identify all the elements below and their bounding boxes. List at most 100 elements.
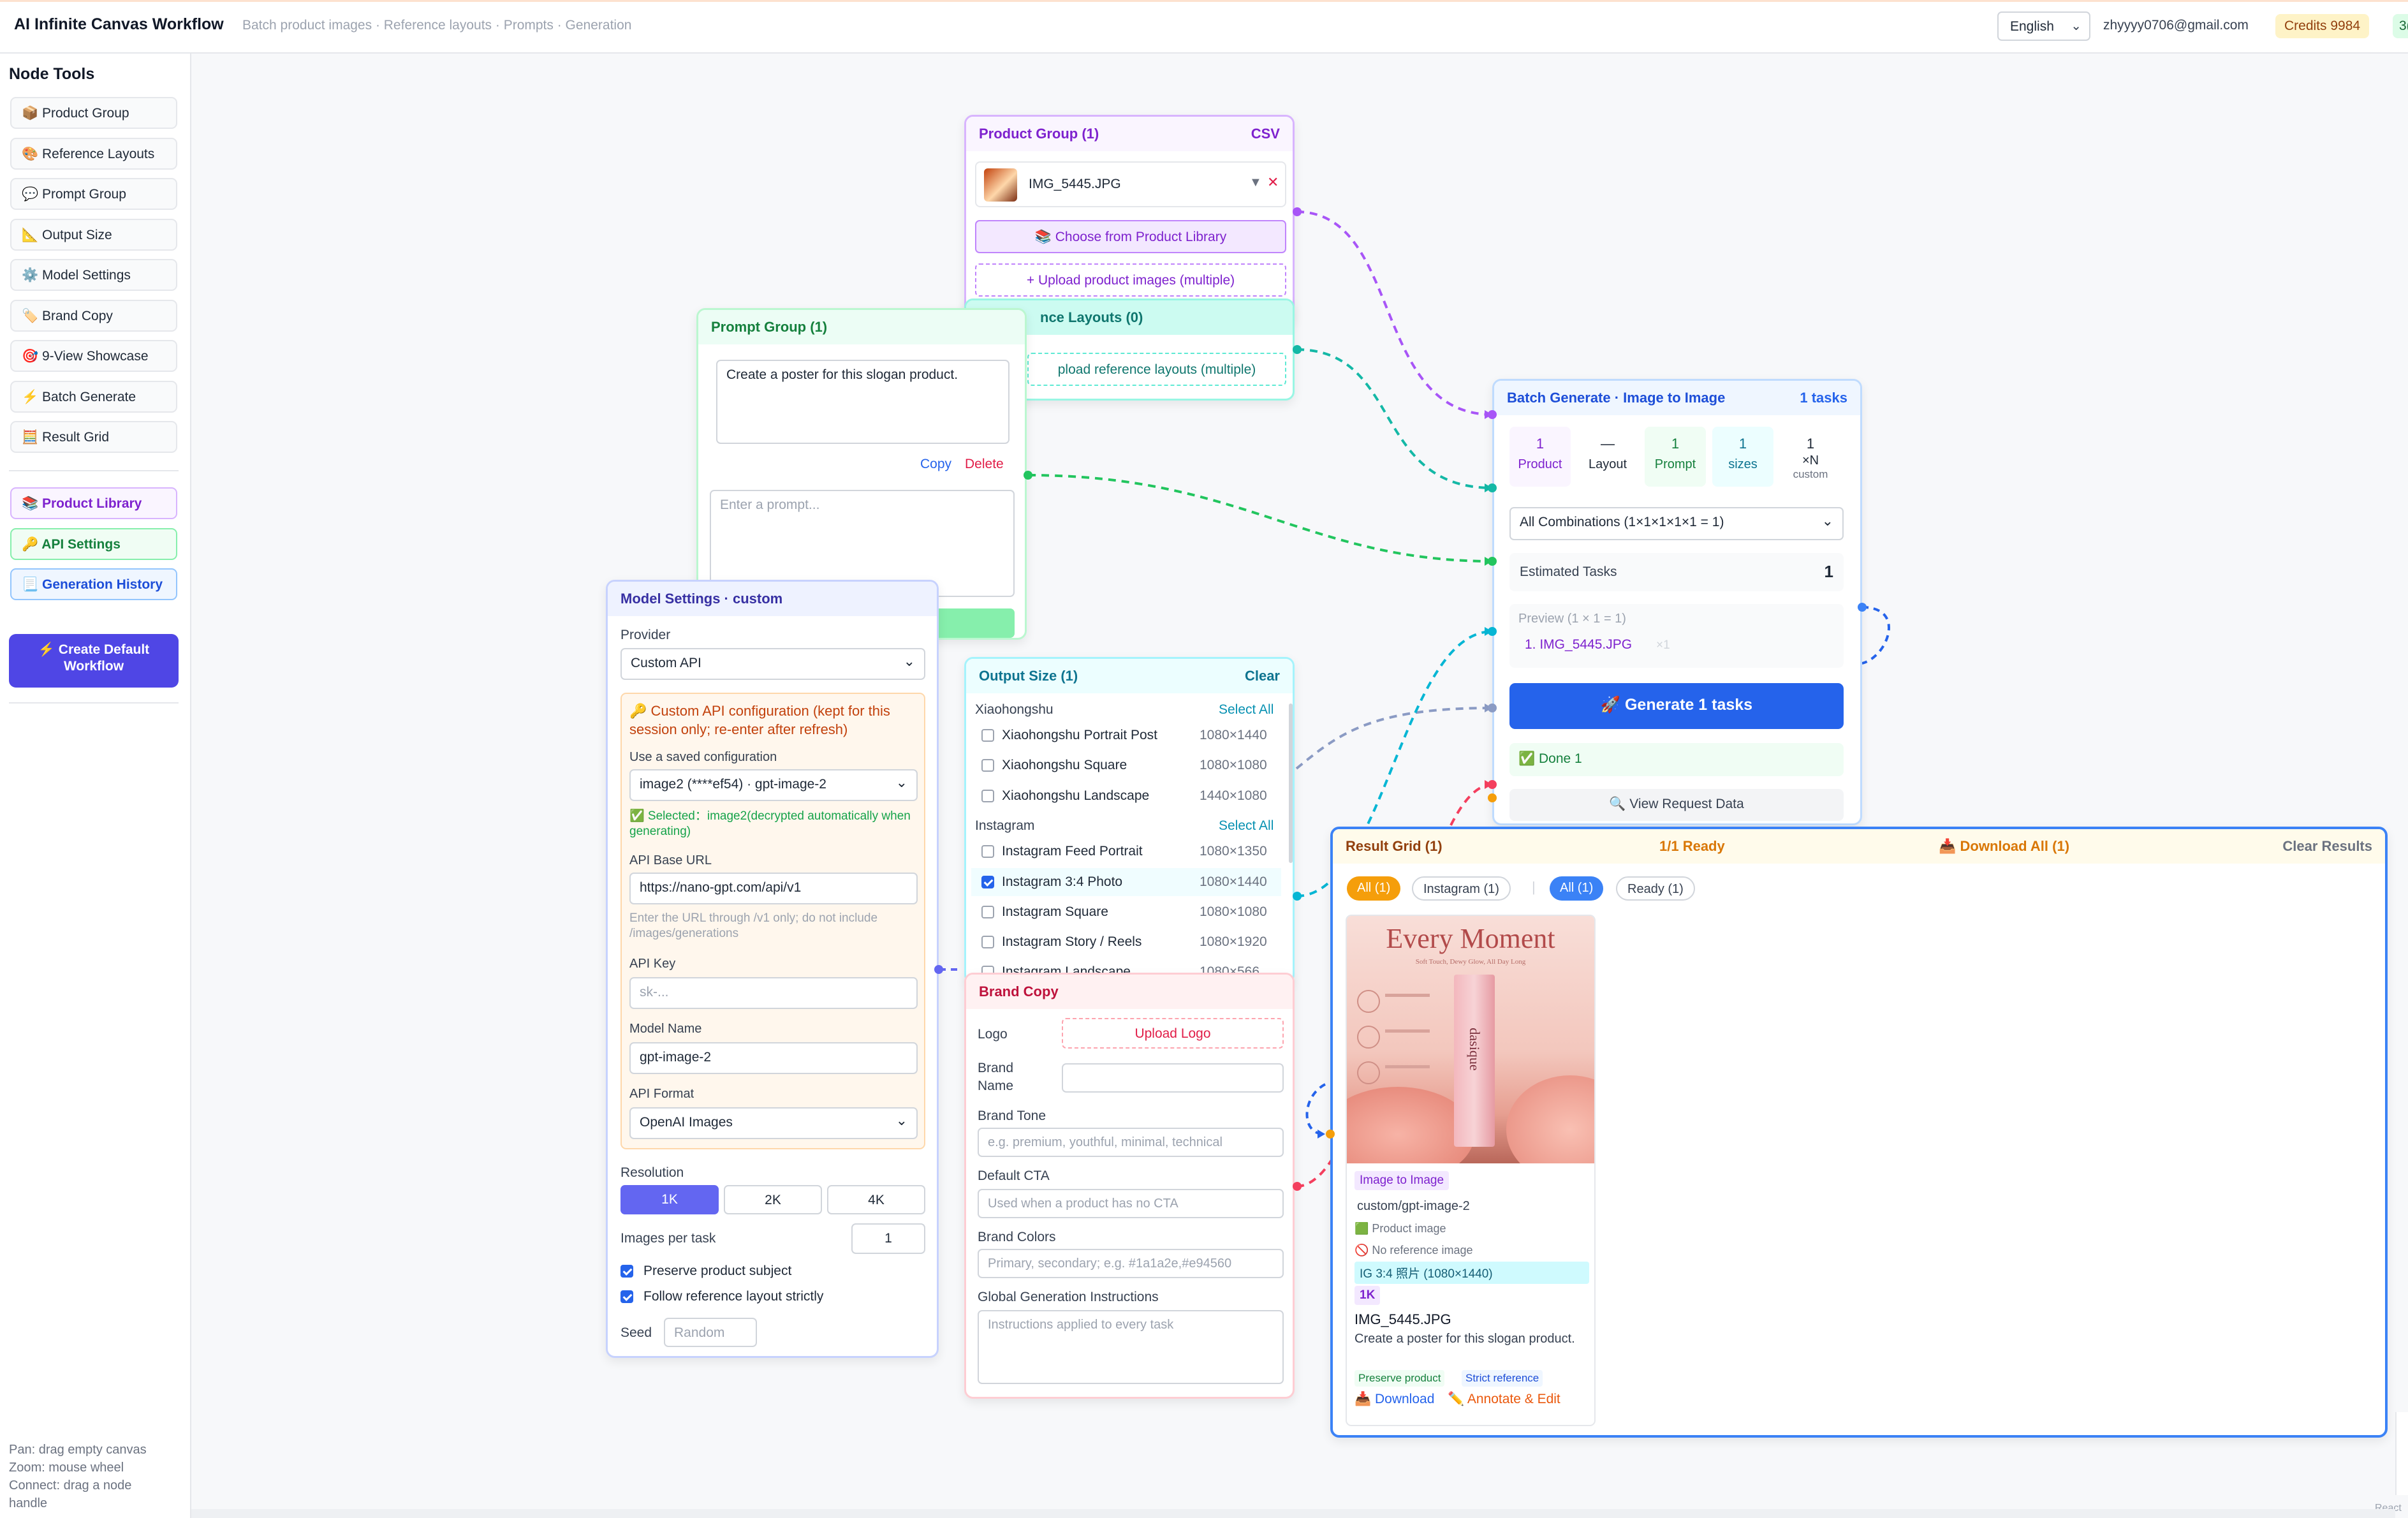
api-format-select[interactable]: OpenAI Images ⌄ xyxy=(629,1107,918,1139)
combination-value: All Combinations (1×1×1×1×1 = 1) xyxy=(1520,515,1724,529)
preserve-subject-label: Preserve product subject xyxy=(643,1264,792,1278)
combination-select[interactable]: All Combinations (1×1×1×1×1 = 1) ⌄ xyxy=(1509,507,1844,540)
copy-prompt-button[interactable]: Copy xyxy=(920,457,951,472)
model-output-handle[interactable] xyxy=(934,965,943,974)
filter-ready[interactable]: Ready (1) xyxy=(1616,876,1695,901)
horizontal-scrollbar[interactable] xyxy=(191,1509,2395,1518)
size-dimension: 1080×1440 xyxy=(1200,728,1267,742)
xhs-select-all-button[interactable]: Select All xyxy=(1219,702,1274,718)
model-name-input[interactable]: gpt-image-2 xyxy=(629,1042,918,1074)
size-output-handle[interactable] xyxy=(1293,892,1302,901)
batch-generate-node[interactable]: Batch Generate · Image to Image 1 tasks … xyxy=(1492,379,1862,825)
layouts-output-handle[interactable] xyxy=(1293,345,1302,354)
clear-results-button[interactable]: Clear Results xyxy=(2282,838,2372,855)
poster-title: Every Moment xyxy=(1386,923,1555,954)
result-image[interactable]: Every Moment Soft Touch, Dewy Glow, All … xyxy=(1347,916,1594,1163)
prompt-textarea-1[interactable]: Create a poster for this slogan product. xyxy=(716,360,1009,444)
generate-button[interactable]: 🚀 Generate 1 tasks xyxy=(1509,683,1844,729)
size-checkbox[interactable] xyxy=(981,729,994,742)
choose-from-library-button[interactable]: 📚 Choose from Product Library xyxy=(975,220,1286,253)
csv-button[interactable]: CSV xyxy=(1251,126,1280,142)
stat-label: Layout xyxy=(1588,457,1627,471)
stat-prompt: 1 Prompt xyxy=(1645,427,1706,487)
connection-results-loop xyxy=(1305,1083,1326,1136)
api-format-label: API Format xyxy=(629,1087,694,1101)
product-group-node[interactable]: Product Group (1) CSV IMG_5445.JPG ▼ ✕ 📚… xyxy=(964,115,1295,325)
size-checkbox[interactable] xyxy=(981,876,994,888)
batch-input-handle[interactable] xyxy=(1488,557,1497,566)
resolution-2k-button[interactable]: 2K xyxy=(724,1185,822,1214)
filter-instagram[interactable]: Instagram (1) xyxy=(1412,876,1511,901)
api-key-input[interactable]: sk-... xyxy=(629,977,918,1009)
chevron-down-icon[interactable]: ▼ xyxy=(1249,175,1262,190)
ig-select-all-button[interactable]: Select All xyxy=(1219,818,1274,834)
size-checkbox[interactable] xyxy=(981,845,994,858)
brand-colors-input[interactable]: Primary, secondary; e.g. #1a1a2e,#e94560 xyxy=(978,1249,1284,1278)
resolution-4k-button[interactable]: 4K xyxy=(827,1185,925,1214)
resolution-1k-button[interactable]: 1K xyxy=(620,1185,719,1214)
custom-api-warning: 🔑 Custom API configuration (kept for thi… xyxy=(629,703,890,737)
saved-config-value: image2 (****ef54) · gpt-image-2 xyxy=(640,777,826,792)
seed-input[interactable]: Random xyxy=(664,1318,757,1347)
output-size-node[interactable]: Output Size (1) Clear Xiaohongshu Select… xyxy=(964,657,1295,984)
size-checkbox[interactable] xyxy=(981,906,994,918)
size-checkbox[interactable] xyxy=(981,759,994,772)
batch-input-handle[interactable] xyxy=(1488,410,1497,419)
saved-config-select[interactable]: image2 (****ef54) · gpt-image-2 ⌄ xyxy=(629,769,918,801)
brand-tone-input[interactable]: e.g. premium, youthful, minimal, technic… xyxy=(978,1128,1284,1157)
logo-label: Logo xyxy=(978,1027,1008,1042)
annotate-edit-button[interactable]: ✏️ Annotate & Edit xyxy=(1448,1392,1560,1407)
batch-input-handle[interactable] xyxy=(1488,483,1497,492)
node-header: Model Settings · custom xyxy=(608,582,937,616)
chevron-down-icon: ⌄ xyxy=(903,653,915,669)
provider-select[interactable]: Custom API ⌄ xyxy=(620,648,925,680)
estimated-tasks-label: Estimated Tasks xyxy=(1520,564,1617,579)
feature-text-line xyxy=(1385,1029,1430,1033)
results-input-handle[interactable] xyxy=(1326,1130,1335,1138)
brand-copy-node[interactable]: Brand Copy Logo Upload Logo Brand Name B… xyxy=(964,973,1295,1399)
batch-input-handle[interactable] xyxy=(1488,704,1497,712)
filter-all-platforms[interactable]: All (1) xyxy=(1347,876,1401,901)
batch-input-handle[interactable] xyxy=(1488,780,1497,789)
clear-sizes-button[interactable]: Clear xyxy=(1245,668,1280,684)
size-checkbox[interactable] xyxy=(981,790,994,802)
api-base-url-input[interactable]: https://nano-gpt.com/api/v1 xyxy=(629,873,918,904)
global-instructions-textarea[interactable]: Instructions applied to every task xyxy=(978,1310,1284,1384)
brand-tone-label: Brand Tone xyxy=(978,1109,1046,1123)
model-settings-node[interactable]: Model Settings · custom Provider Custom … xyxy=(606,580,939,1358)
node-title: Batch Generate · Image to Image xyxy=(1507,390,1726,406)
download-button[interactable]: 📥 Download xyxy=(1354,1392,1434,1407)
default-cta-input[interactable]: Used when a product has no CTA xyxy=(978,1189,1284,1218)
result-grid-node[interactable]: Result Grid (1) 1/1 Ready 📥 Download All… xyxy=(1330,827,2388,1438)
prompt-output-handle[interactable] xyxy=(1024,471,1032,480)
provider-value: Custom API xyxy=(631,656,701,670)
batch-input-handle[interactable] xyxy=(1488,627,1497,636)
upload-product-images-button[interactable]: + Upload product images (multiple) xyxy=(975,263,1286,297)
size-tag: IG 3:4 照片 (1080×1440) xyxy=(1354,1262,1589,1284)
view-request-data-button[interactable]: 🔍 View Request Data xyxy=(1509,789,1844,821)
size-checkbox[interactable] xyxy=(981,936,994,948)
stat-sizes: 1 sizes xyxy=(1712,427,1773,487)
brand-name-input[interactable] xyxy=(1062,1063,1284,1093)
filter-all-status[interactable]: All (1) xyxy=(1550,876,1604,901)
upload-logo-button[interactable]: Upload Logo xyxy=(1062,1018,1284,1049)
scrollbar[interactable] xyxy=(1289,704,1293,863)
download-all-button[interactable]: 📥 Download All (1) xyxy=(1939,838,2069,855)
product-output-handle[interactable] xyxy=(1293,207,1302,216)
brand-output-handle[interactable] xyxy=(1293,1182,1302,1191)
connection-batch-to-results xyxy=(1861,606,1890,665)
arrow-head xyxy=(1318,1130,1325,1138)
close-icon[interactable]: ✕ xyxy=(1267,174,1279,191)
result-card: Every Moment Soft Touch, Dewy Glow, All … xyxy=(1346,915,1596,1426)
batch-input-handle[interactable] xyxy=(1488,793,1497,802)
connection-prompt-to-batch xyxy=(1027,474,1493,563)
follow-layout-checkbox[interactable] xyxy=(620,1290,633,1303)
zoom-controls[interactable] xyxy=(2395,1412,2408,1495)
feature-icon xyxy=(1357,1026,1380,1049)
batch-output-handle[interactable] xyxy=(1858,603,1867,612)
preserve-subject-checkbox[interactable] xyxy=(620,1265,633,1278)
delete-prompt-button[interactable]: Delete xyxy=(965,457,1004,472)
upload-reference-layouts-button[interactable]: pload reference layouts (multiple) xyxy=(1027,353,1286,386)
chevron-down-icon: ⌄ xyxy=(895,1112,907,1128)
images-per-task-input[interactable]: 1 xyxy=(851,1223,925,1254)
